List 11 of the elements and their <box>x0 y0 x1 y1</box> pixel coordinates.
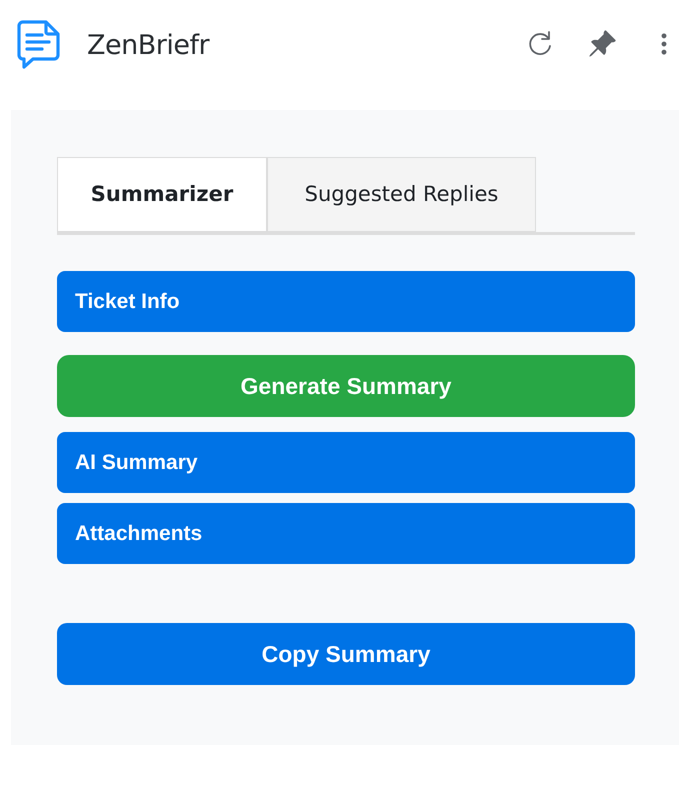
section-header-button[interactable]: Ticket Info <box>57 271 635 332</box>
pin-icon[interactable] <box>587 29 617 59</box>
copy-button[interactable]: Copy Summary <box>57 623 635 685</box>
refresh-icon[interactable] <box>527 30 553 58</box>
chat-document-icon <box>17 19 61 69</box>
generate-button[interactable]: Generate Summary <box>57 355 635 417</box>
tab[interactable]: Summarizer <box>57 157 267 232</box>
section-header-button[interactable]: AI Summary <box>57 432 635 493</box>
app-title: ZenBriefr <box>87 29 210 63</box>
tab[interactable]: Suggested Replies <box>267 157 536 232</box>
section-header-button[interactable]: Attachments <box>57 503 635 564</box>
